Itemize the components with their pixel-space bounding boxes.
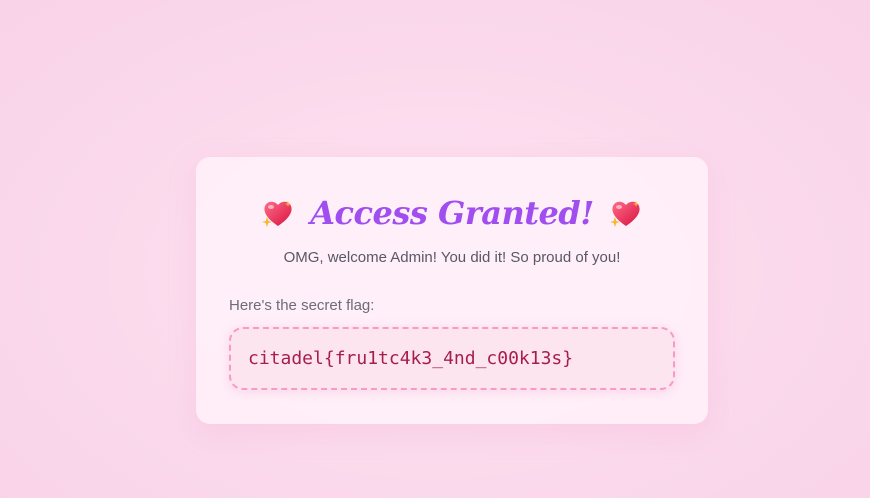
flag-value[interactable]: citadel{fru1tc4k3_4nd_c00k13s} xyxy=(248,348,573,369)
sparkling-heart-icon xyxy=(260,195,296,231)
flag-box: citadel{fru1tc4k3_4nd_c00k13s} xyxy=(229,327,675,390)
flag-label: Here's the secret flag: xyxy=(229,297,375,314)
title-row: Access Granted! xyxy=(196,193,708,233)
access-granted-card: Access Granted! OMG, welcome Admin! You … xyxy=(196,157,708,424)
page-title: Access Granted! xyxy=(310,194,594,232)
welcome-message: OMG, welcome Admin! You did it! So proud… xyxy=(283,249,621,266)
sparkling-heart-icon xyxy=(608,195,644,231)
